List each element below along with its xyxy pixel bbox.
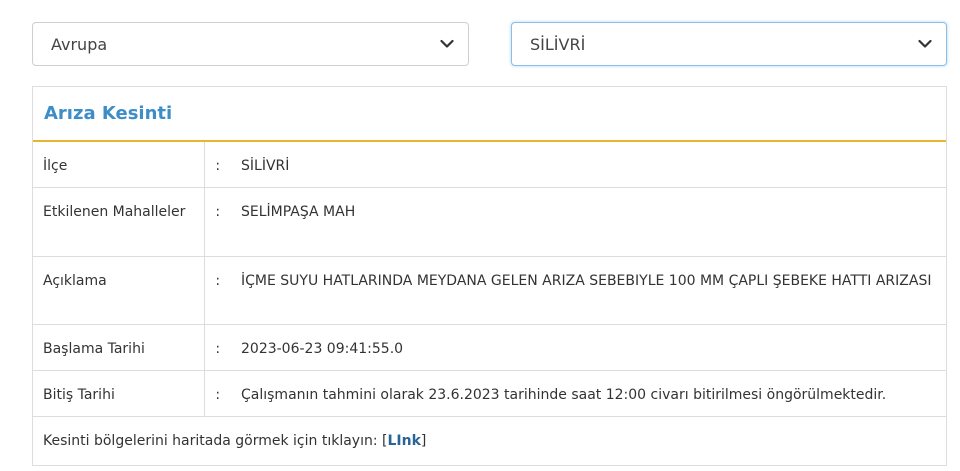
row-separator: : (203, 256, 231, 325)
panel-title: Arıza Kesinti (44, 103, 173, 124)
map-link-cell: Kesinti bölgelerini haritada görmek için… (33, 416, 946, 461)
row-value: SİLİVRİ (231, 142, 946, 188)
row-label: İlçe (33, 142, 204, 188)
table-row: Etkilenen Mahalleler : SELİMPAŞA MAH (33, 187, 946, 257)
table-row: Bitiş Tarihi : Çalışmanın tahmini olarak… (33, 370, 946, 417)
panel-header: Arıza Kesinti (33, 87, 946, 142)
row-separator: : (203, 187, 231, 257)
row-label: Bitiş Tarihi (33, 370, 204, 417)
chevron-down-icon (440, 39, 454, 48)
district-select-value: SİLİVRİ (530, 34, 586, 54)
row-label: Açıklama (33, 256, 204, 325)
district-select[interactable]: SİLİVRİ (511, 22, 947, 66)
row-label: Etkilenen Mahalleler (33, 187, 204, 257)
row-separator: : (203, 324, 231, 371)
row-value: İÇME SUYU HATLARINDA MEYDANA GELEN ARIZA… (231, 256, 946, 325)
region-select-value: Avrupa (51, 34, 108, 54)
table-row: Başlama Tarihi : 2023-06-23 09:41:55.0 (33, 324, 946, 371)
link-bracket-close: ] (420, 432, 427, 449)
map-link[interactable]: LInk (387, 433, 420, 449)
row-value: SELİMPAŞA MAH (231, 187, 946, 257)
footer-row: Kesinti bölgelerini haritada görmek için… (33, 416, 946, 461)
row-separator: : (203, 142, 231, 188)
outage-info-table: İlçe : SİLİVRİ Etkilenen Mahalleler : SE… (33, 142, 946, 461)
region-select[interactable]: Avrupa (32, 22, 469, 66)
row-label: Başlama Tarihi (33, 324, 204, 371)
row-value: 2023-06-23 09:41:55.0 (231, 324, 946, 371)
row-separator: : (203, 370, 231, 417)
table-row: Açıklama : İÇME SUYU HATLARINDA MEYDANA … (33, 256, 946, 325)
row-value: Çalışmanın tahmini olarak 23.6.2023 tari… (231, 370, 946, 417)
outage-panel: Arıza Kesinti İlçe : SİLİVRİ Etkilenen M… (32, 86, 947, 466)
map-link-text: Kesinti bölgelerini haritada görmek için… (43, 432, 378, 449)
chevron-down-icon (918, 39, 932, 48)
table-row: İlçe : SİLİVRİ (33, 142, 946, 188)
